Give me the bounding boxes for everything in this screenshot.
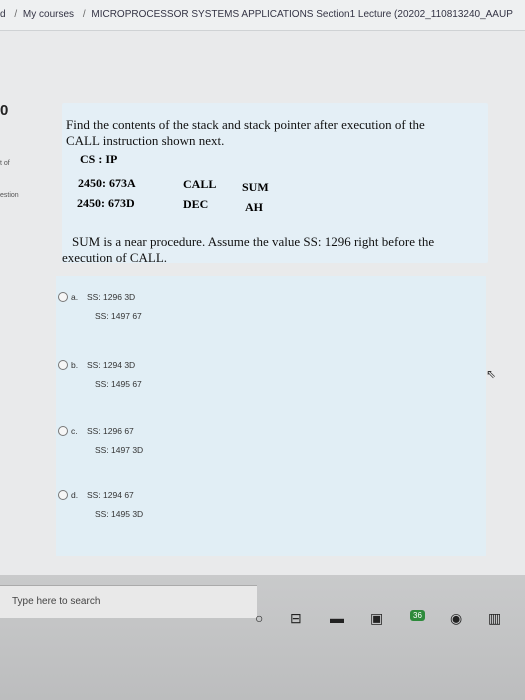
breadcrumb-item[interactable]: d [0, 9, 6, 20]
mouse-cursor-icon: ⇖ [486, 367, 497, 381]
option-line: SS: 1497 3D [95, 445, 144, 455]
radio-button[interactable] [58, 359, 68, 370]
question-line: CALL instruction shown next. [66, 133, 225, 148]
breadcrumb-item-courses[interactable]: My courses [23, 9, 74, 20]
question-note-line: SUM is a near procedure. Assume the valu… [72, 234, 435, 249]
taskbar: Type here to search ○ ⊟ ▬ ▣ 36 ◉ ▥ [0, 575, 525, 700]
option-line: SS: 1495 67 [95, 379, 142, 389]
file-explorer-icon[interactable]: ▬ [330, 610, 344, 626]
store-icon[interactable]: ▣ [370, 610, 383, 627]
breadcrumb: d / My courses / MICROPROCESSOR SYSTEMS … [0, 0, 525, 31]
breadcrumb-separator: / [82, 9, 86, 20]
quiz-page: d / My courses / MICROPROCESSOR SYSTEMS … [0, 0, 525, 575]
task-view-icon[interactable]: ⊟ [290, 610, 302, 627]
breadcrumb-separator: / [14, 9, 18, 20]
option-a[interactable]: a. SS: 1296 3D SS: 1497 67 [58, 291, 142, 321]
option-c[interactable]: c. SS: 1296 67 SS: 1497 3D [58, 425, 143, 455]
code-header: CS : IP [80, 152, 118, 166]
code-address: 2450: 673A [78, 176, 136, 190]
question-text: Find the contents of the stack and stack… [66, 117, 486, 149]
option-line: SS: 1294 67 [87, 489, 134, 500]
option-line: SS: 1495 3D [95, 509, 144, 519]
flag-question-label[interactable]: estion [0, 192, 19, 199]
option-label: d. [71, 489, 79, 500]
option-label: b. [71, 359, 79, 370]
option-line: SS: 1296 67 [87, 425, 134, 436]
question-line: Find the contents of the stack and stack… [66, 117, 425, 132]
question-info: 0 t of estion [0, 100, 55, 220]
option-line: SS: 1294 3D [87, 359, 136, 370]
question-note: SUM is a near procedure. Assume the valu… [62, 234, 492, 266]
question-number: 0 [0, 102, 9, 119]
option-d[interactable]: d. SS: 1294 67 SS: 1495 3D [58, 489, 143, 519]
radio-button[interactable] [58, 425, 68, 436]
badge[interactable]: 36 [410, 610, 425, 621]
taskbar-search-input[interactable]: Type here to search [0, 585, 257, 618]
option-label: c. [71, 425, 78, 436]
breadcrumb-item-course[interactable]: MICROPROCESSOR SYSTEMS APPLICATIONS Sect… [91, 9, 513, 20]
option-line: SS: 1296 3D [87, 291, 136, 302]
option-b[interactable]: b. SS: 1294 3D SS: 1495 67 [58, 359, 142, 389]
chrome-icon[interactable]: ◉ [450, 610, 462, 627]
app-icon[interactable]: ▥ [488, 610, 501, 627]
cortana-icon[interactable]: ○ [255, 610, 263, 626]
code-address: 2450: 673D [77, 196, 135, 210]
question-note-line: execution of CALL. [62, 250, 168, 265]
option-label: a. [71, 291, 79, 302]
code-opcode: DEC [183, 197, 209, 211]
code-opcode: CALL [183, 177, 217, 191]
radio-button[interactable] [58, 489, 68, 500]
code-operand: SUM [242, 180, 269, 194]
answer-options: a. SS: 1296 3D SS: 1497 67 b. SS: 1294 3D … [56, 276, 486, 556]
radio-button[interactable] [58, 291, 68, 302]
points-label: t of [0, 160, 10, 167]
code-operand: AH [245, 200, 263, 214]
option-line: SS: 1497 67 [95, 311, 142, 321]
